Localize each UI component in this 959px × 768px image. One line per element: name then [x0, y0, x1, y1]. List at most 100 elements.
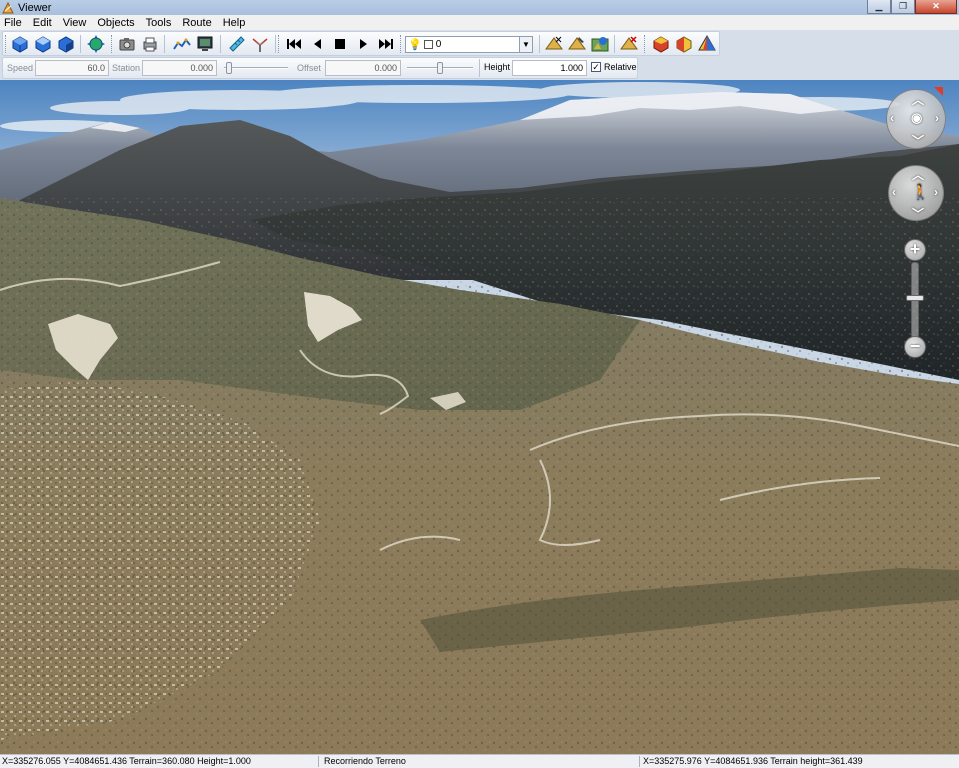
toolbar-separator: [539, 35, 540, 53]
map-pin-icon: [591, 37, 609, 52]
menu-edit[interactable]: Edit: [33, 17, 52, 29]
polyhedron-red-icon: [653, 36, 669, 53]
relative-label: Relative: [604, 62, 637, 72]
menu-file[interactable]: File: [4, 17, 22, 29]
toolbar-grip[interactable]: [400, 35, 403, 53]
edit-layer-icon: [568, 37, 586, 50]
person-icon: 🚶: [911, 184, 930, 201]
measure-button[interactable]: [227, 34, 247, 54]
play-button[interactable]: [353, 34, 373, 54]
menu-view[interactable]: View: [63, 17, 87, 29]
camera-coordinates: X=335275.976 Y=4084651.936 Terrain heigh…: [643, 756, 863, 766]
walk-control[interactable]: ︿ ﹀ ‹ › 🚶: [888, 165, 944, 221]
zoom-out-button[interactable]: −: [904, 336, 926, 358]
zoom-slider-thumb[interactable]: [906, 295, 924, 301]
stop-icon: [335, 39, 345, 49]
plus-icon: +: [909, 239, 921, 259]
play-icon: [360, 39, 367, 49]
north-indicator-icon: [934, 87, 943, 96]
status-divider: [639, 756, 640, 767]
chevron-down-icon[interactable]: ▼: [519, 37, 532, 52]
minus-icon: −: [909, 336, 921, 356]
skip-forward-icon: [379, 39, 393, 49]
slider-thumb[interactable]: [226, 62, 232, 74]
slider-track: [224, 67, 288, 69]
print-button[interactable]: [140, 34, 160, 54]
title-bar: Viewer ▁ ❐ ✕: [0, 0, 959, 15]
eye-icon: ◉: [911, 110, 923, 125]
toolbar-area: 💡 0 ▼ Speed 60.0 Station 0.000 Offset 0.…: [0, 30, 959, 80]
minimize-button[interactable]: ▁: [867, 0, 891, 14]
go-start-button[interactable]: [284, 34, 304, 54]
toolbar-grip[interactable]: [111, 35, 114, 53]
station-field[interactable]: 0.000: [142, 60, 217, 76]
pyramid-icon: [698, 35, 716, 51]
layer-select[interactable]: 💡 0 ▼: [405, 36, 533, 53]
menu-objects[interactable]: Objects: [97, 17, 134, 29]
toolbar-grip[interactable]: [278, 35, 281, 53]
profile-button[interactable]: [172, 34, 192, 54]
chevron-up-icon[interactable]: ︿: [912, 91, 924, 108]
terrain-viewport[interactable]: ︿ ﹀ ‹ › ◉ ︿ ﹀ ‹ › 🚶: [0, 80, 959, 754]
toolbar-grip[interactable]: [644, 35, 647, 53]
navigate-button[interactable]: [86, 34, 106, 54]
shape-blue-button[interactable]: [697, 34, 717, 54]
station-label: Station: [112, 63, 141, 73]
display-button[interactable]: [195, 34, 215, 54]
menu-route[interactable]: Route: [182, 17, 211, 29]
menu-bar: File Edit View Objects Tools Route Help: [0, 15, 959, 30]
status-divider: [318, 756, 319, 767]
chevron-down-icon[interactable]: ﹀: [912, 132, 924, 149]
polyhedron-yellow-icon: [676, 36, 692, 53]
chevron-right-icon[interactable]: ›: [935, 111, 939, 125]
chevron-up-icon[interactable]: ︿: [912, 166, 924, 183]
chevron-right-icon[interactable]: ›: [934, 185, 938, 199]
cursor-coordinates: X=335276.055 Y=4084651.436 Terrain=360.0…: [2, 756, 251, 766]
compass-move-icon: [87, 35, 105, 53]
chevron-down-icon[interactable]: ﹀: [912, 205, 924, 222]
slider-thumb[interactable]: [437, 62, 443, 74]
stop-button[interactable]: [330, 34, 350, 54]
chevron-left-icon[interactable]: ‹: [892, 185, 896, 199]
chevron-left-icon[interactable]: ‹: [890, 111, 894, 125]
edit-object-button[interactable]: [567, 34, 587, 54]
printer-icon: [143, 37, 157, 52]
map-objects-button[interactable]: [590, 34, 610, 54]
height-field[interactable]: 1.000: [512, 60, 587, 76]
relative-checkbox[interactable]: ✓: [591, 62, 601, 72]
restore-icon: ❐: [898, 1, 908, 11]
screenshot-button[interactable]: [117, 34, 137, 54]
look-around-control[interactable]: ︿ ﹀ ‹ › ◉: [886, 89, 946, 149]
layer-value: 0: [435, 39, 442, 50]
menu-help[interactable]: Help: [223, 17, 246, 29]
minimize-icon: ▁: [875, 1, 883, 11]
maximize-button[interactable]: ❐: [891, 0, 915, 14]
view-front-button[interactable]: [56, 34, 76, 54]
angle-button[interactable]: [250, 34, 270, 54]
view-top-button[interactable]: [33, 34, 53, 54]
menu-tools[interactable]: Tools: [146, 17, 172, 29]
delete-object-button[interactable]: [619, 34, 639, 54]
step-back-button[interactable]: [307, 34, 327, 54]
toolbar-separator: [614, 35, 615, 53]
toolbar-grip[interactable]: [5, 35, 8, 53]
station-slider[interactable]: [224, 62, 288, 74]
app-icon: [2, 1, 14, 13]
offset-slider[interactable]: [407, 62, 473, 74]
toolbar-separator: [479, 59, 480, 77]
light-bulb-icon: 💡: [408, 39, 422, 51]
layer-visibility-checkbox[interactable]: [423, 40, 433, 49]
skip-back-icon: [287, 39, 301, 49]
close-button[interactable]: ✕: [915, 0, 957, 14]
view-3d-button[interactable]: [10, 34, 30, 54]
offset-label: Offset: [297, 63, 321, 73]
zoom-in-button[interactable]: +: [904, 239, 926, 261]
shape-red-button[interactable]: [651, 34, 671, 54]
shape-yellow-button[interactable]: [674, 34, 694, 54]
add-object-button[interactable]: [544, 34, 564, 54]
go-end-button[interactable]: [376, 34, 396, 54]
offset-field[interactable]: 0.000: [325, 60, 401, 76]
window-title: Viewer: [18, 1, 52, 14]
status-mode: Recorriendo Terreno: [324, 756, 406, 766]
speed-field[interactable]: 60.0: [35, 60, 109, 76]
